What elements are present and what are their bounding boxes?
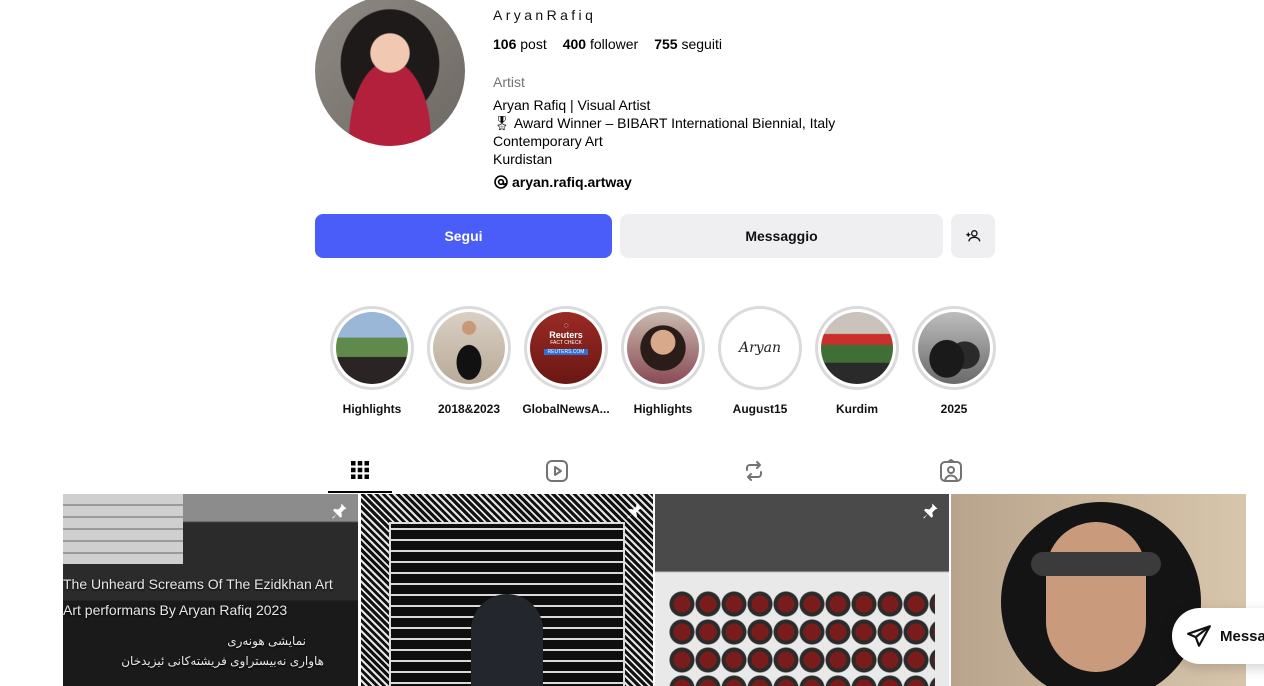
- highlight-item[interactable]: Kurdim: [812, 306, 902, 416]
- highlight-thumbnail: [918, 312, 990, 384]
- profile-avatar[interactable]: [315, 0, 465, 146]
- reuters-title: Reuters: [549, 330, 583, 340]
- highlight-label: Highlights: [633, 402, 693, 416]
- grid-icon: [351, 460, 369, 479]
- pin-icon: [923, 503, 938, 519]
- highlight-item[interactable]: 2025: [909, 306, 999, 416]
- highlight-thumbnail: [627, 312, 699, 384]
- reels-icon: [546, 459, 568, 482]
- profile-category: Artist: [493, 74, 525, 90]
- bio-line: Contemporary Art: [493, 133, 603, 149]
- threads-link[interactable]: aryan.rafiq.artway: [493, 174, 632, 190]
- post-tile[interactable]: [361, 494, 653, 686]
- bio-line: Kurdistan: [493, 151, 553, 167]
- post-caption-line: هاواری نەبیستراوی فریشتەکانی ئیزیدخان: [121, 654, 324, 668]
- follow-button[interactable]: Segui: [315, 214, 612, 258]
- post-caption-line: نمایشی هونەری: [227, 634, 306, 648]
- highlight-label: 2018&2023: [437, 402, 501, 416]
- tab-reels[interactable]: [525, 448, 589, 493]
- bio-line: 🎖 Award Winner – BIBART International Bi…: [493, 115, 836, 131]
- suggested-users-button[interactable]: [951, 214, 995, 258]
- messages-button[interactable]: Messaggi: [1172, 608, 1264, 664]
- direct-message-icon: [1187, 625, 1211, 647]
- reuters-subtitle: FACT CHECK: [550, 340, 582, 346]
- highlight-label: Kurdim: [836, 402, 878, 416]
- profile-username: AryanRafiq: [493, 7, 597, 23]
- highlight-label: GlobalNewsA...: [522, 402, 610, 416]
- pin-icon: [332, 503, 347, 519]
- highlight-thumbnail: [336, 312, 408, 384]
- post-tile[interactable]: [655, 494, 949, 686]
- highlight-label: Highlights: [342, 402, 402, 416]
- tagged-icon: [940, 458, 962, 482]
- pin-icon: [627, 503, 642, 519]
- highlight-label: August15: [732, 402, 788, 416]
- highlight-item[interactable]: 2018&2023: [424, 306, 514, 416]
- post-caption-line: Art performans By Aryan Rafiq 2023: [63, 602, 288, 618]
- tab-posts[interactable]: [328, 448, 392, 493]
- reuters-badge: REUTERS.COM: [544, 349, 588, 355]
- signature-text: Aryan: [738, 340, 782, 356]
- highlight-thumbnail: [821, 312, 893, 384]
- profile-bio: Aryan Rafiq | Visual Artist 🎖 Award Winn…: [493, 96, 835, 168]
- repost-icon: [746, 460, 762, 481]
- highlight-label: 2025: [940, 402, 968, 416]
- bio-line: Aryan Rafiq | Visual Artist: [493, 97, 651, 113]
- highlight-thumbnail: [433, 312, 505, 384]
- highlight-item[interactable]: Highlights: [618, 306, 708, 416]
- message-button[interactable]: Messaggio: [620, 214, 943, 258]
- person-add-icon: [966, 230, 981, 242]
- highlight-item[interactable]: ◌ Reuters FACT CHECK REUTERS.COM GlobalN…: [521, 306, 611, 416]
- highlight-thumbnail: ◌ Reuters FACT CHECK REUTERS.COM: [530, 312, 602, 384]
- profile-stats: 106 post 400 follower 755 seguiti: [493, 36, 722, 52]
- tab-tagged[interactable]: [919, 448, 983, 493]
- threads-link-label: aryan.rafiq.artway: [512, 174, 632, 190]
- messages-label: Messaggi: [1220, 627, 1264, 645]
- highlight-thumbnail: Aryan: [724, 312, 796, 384]
- posts-stat: 106 post: [493, 36, 547, 52]
- highlight-item[interactable]: Aryan August15: [715, 306, 805, 416]
- tab-reposts[interactable]: [722, 448, 786, 493]
- highlight-item[interactable]: Highlights: [327, 306, 417, 416]
- following-stat[interactable]: 755 seguiti: [654, 36, 722, 52]
- post-caption-line: The Unheard Screams Of The Ezidkhan Art: [63, 576, 333, 592]
- threads-icon: [494, 175, 508, 189]
- post-tile[interactable]: The Unheard Screams Of The Ezidkhan Art …: [63, 494, 358, 686]
- followers-stat[interactable]: 400 follower: [563, 36, 639, 52]
